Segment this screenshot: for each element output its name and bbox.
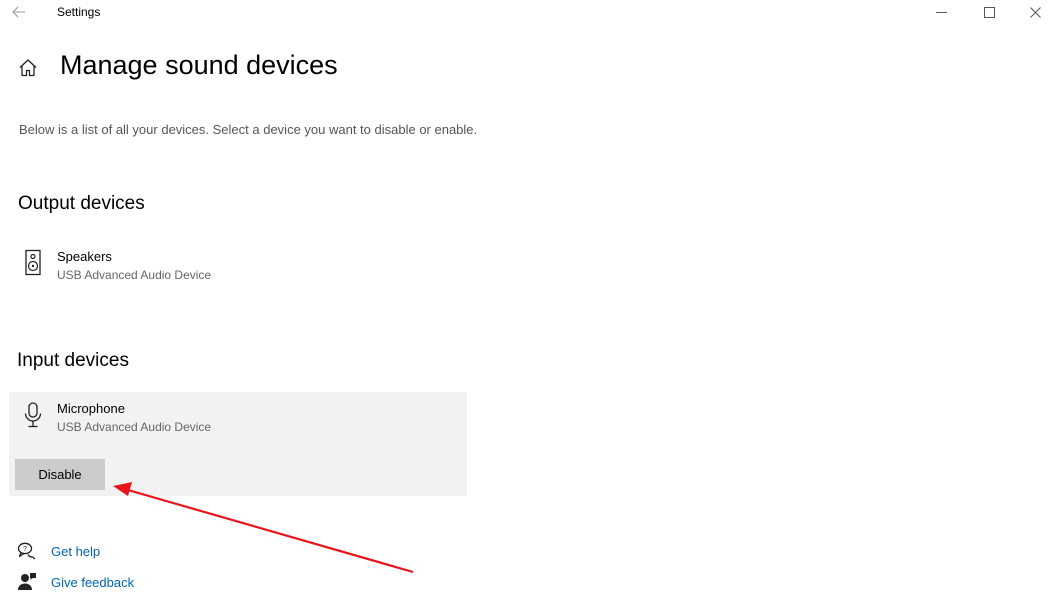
back-button[interactable] xyxy=(8,2,30,22)
speaker-icon xyxy=(25,249,41,276)
close-button[interactable] xyxy=(1012,0,1049,24)
maximize-icon xyxy=(983,6,995,18)
maximize-button[interactable] xyxy=(966,0,1012,24)
input-devices-heading: Input devices xyxy=(17,350,129,371)
close-icon xyxy=(1029,6,1041,18)
disable-button[interactable]: Disable xyxy=(15,459,105,490)
title-bar: Settings xyxy=(0,0,1049,24)
output-devices-heading: Output devices xyxy=(18,193,145,214)
device-item-microphone[interactable]: Microphone USB Advanced Audio Device Dis… xyxy=(9,392,467,496)
get-help-link[interactable]: ? Get help xyxy=(17,540,100,562)
page-description: Below is a list of all your devices. Sel… xyxy=(19,122,478,137)
svg-text:?: ? xyxy=(23,546,27,553)
device-name: Microphone xyxy=(57,401,125,416)
minimize-button[interactable] xyxy=(918,0,964,24)
feedback-icon xyxy=(18,573,36,590)
device-subtitle: USB Advanced Audio Device xyxy=(57,268,212,282)
home-icon xyxy=(19,59,37,77)
microphone-icon xyxy=(24,402,42,428)
minimize-icon xyxy=(935,11,947,13)
help-chat-icon: ? xyxy=(17,542,36,560)
get-help-label[interactable]: Get help xyxy=(51,544,100,559)
give-feedback-link[interactable]: Give feedback xyxy=(17,571,134,593)
give-feedback-label[interactable]: Give feedback xyxy=(51,575,134,590)
window-title: Settings xyxy=(57,5,101,19)
device-subtitle: USB Advanced Audio Device xyxy=(57,420,212,434)
device-item-speakers[interactable]: Speakers USB Advanced Audio Device xyxy=(9,240,467,290)
page-title: Manage sound devices xyxy=(60,50,338,80)
home-button[interactable] xyxy=(17,57,39,79)
annotation-arrow xyxy=(113,482,414,574)
arrow-left-icon xyxy=(12,6,25,18)
device-name: Speakers xyxy=(57,249,112,264)
